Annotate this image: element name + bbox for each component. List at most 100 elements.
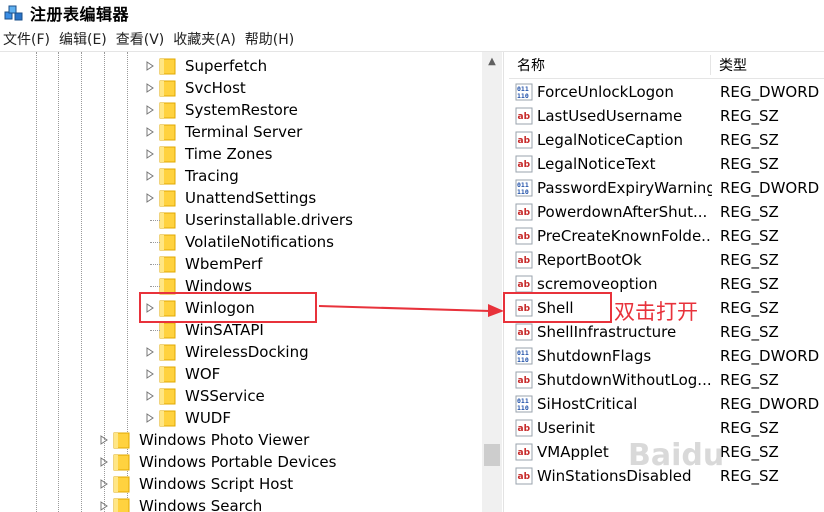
expand-arrow-icon[interactable] bbox=[98, 478, 110, 490]
tree-node[interactable]: WSService bbox=[144, 385, 265, 407]
value-row[interactable]: ab ShutdownWithoutLog... REG_SZ bbox=[509, 368, 824, 392]
registry-editor-icon bbox=[4, 5, 23, 21]
value-type: REG_SZ bbox=[720, 323, 779, 341]
value-row[interactable]: 011 110 ShutdownFlags REG_DWORD bbox=[509, 344, 824, 368]
column-divider[interactable] bbox=[710, 55, 711, 75]
menu-view[interactable]: 查看(V) bbox=[113, 29, 171, 49]
folder-icon bbox=[113, 454, 130, 470]
value-name: PreCreateKnownFolde... bbox=[537, 227, 712, 245]
tree-node[interactable]: Terminal Server bbox=[144, 121, 302, 143]
column-header-type[interactable]: 类型 bbox=[719, 55, 747, 75]
folder-icon bbox=[159, 366, 176, 382]
folder-icon bbox=[159, 58, 176, 74]
expand-arrow-icon[interactable] bbox=[144, 170, 156, 182]
tree-node[interactable]: WOF bbox=[144, 363, 220, 385]
menu-favorites[interactable]: 收藏夹(A) bbox=[170, 29, 242, 49]
expand-arrow-icon[interactable] bbox=[144, 126, 156, 138]
tree-node[interactable]: WirelessDocking bbox=[144, 341, 309, 363]
value-row[interactable]: 011 110 SiHostCritical REG_DWORD bbox=[509, 392, 824, 416]
value-row[interactable]: ab ReportBootOk REG_SZ bbox=[509, 248, 824, 272]
svg-text:110: 110 bbox=[517, 404, 529, 412]
value-type: REG_SZ bbox=[720, 443, 779, 461]
scroll-up-arrow-icon[interactable]: ▲ bbox=[482, 52, 502, 70]
tree-connector bbox=[150, 330, 160, 331]
expand-arrow-icon[interactable] bbox=[144, 346, 156, 358]
value-name: PasswordExpiryWarning bbox=[537, 179, 712, 197]
tree-node[interactable]: Windows Script Host bbox=[98, 473, 293, 495]
value-row[interactable]: 011 110 PasswordExpiryWarning REG_DWORD bbox=[509, 176, 824, 200]
value-name: scremoveoption bbox=[537, 275, 658, 293]
tree-node-label: SystemRestore bbox=[185, 101, 298, 119]
menu-help[interactable]: 帮助(H) bbox=[242, 29, 300, 49]
tree-node[interactable]: SvcHost bbox=[144, 77, 246, 99]
value-name: LastUsedUsername bbox=[537, 107, 683, 125]
tree-node[interactable]: Windows Portable Devices bbox=[98, 451, 336, 473]
string-value-icon: ab bbox=[515, 131, 533, 149]
tree-node-label: Superfetch bbox=[185, 57, 268, 75]
expand-arrow-icon[interactable] bbox=[144, 368, 156, 380]
expand-arrow-icon[interactable] bbox=[144, 192, 156, 204]
expand-arrow-icon[interactable] bbox=[98, 434, 110, 446]
tree-node[interactable]: Superfetch bbox=[144, 55, 267, 77]
watermark: Baidu bbox=[628, 438, 725, 473]
expand-arrow-icon[interactable] bbox=[98, 500, 110, 512]
tree-node[interactable]: WUDF bbox=[144, 407, 231, 429]
value-type: REG_DWORD bbox=[720, 83, 820, 101]
tree-node-label: Userinstallable.drivers bbox=[185, 211, 353, 229]
value-type: REG_DWORD bbox=[720, 179, 820, 197]
folder-icon bbox=[159, 234, 176, 250]
scroll-thumb[interactable] bbox=[484, 444, 500, 466]
expand-arrow-icon[interactable] bbox=[98, 456, 110, 468]
folder-icon bbox=[159, 80, 176, 96]
expand-arrow-icon[interactable] bbox=[144, 148, 156, 160]
tree-node[interactable]: Tracing bbox=[144, 165, 239, 187]
expand-arrow-icon[interactable] bbox=[144, 412, 156, 424]
expand-arrow-icon[interactable] bbox=[144, 390, 156, 402]
value-row[interactable]: 011 110 ForceUnlockLogon REG_DWORD bbox=[509, 80, 824, 104]
value-type: REG_SZ bbox=[720, 467, 779, 485]
value-row[interactable]: ab PowerdownAfterShut... REG_SZ bbox=[509, 200, 824, 224]
tree-node[interactable]: VolatileNotifications bbox=[144, 231, 334, 253]
tree-node-label: UnattendSettings bbox=[185, 189, 317, 207]
value-row[interactable]: ab LegalNoticeText REG_SZ bbox=[509, 152, 824, 176]
tree-node[interactable]: Userinstallable.drivers bbox=[144, 209, 353, 231]
tree-node-label: WinSATAPI bbox=[185, 321, 264, 339]
tree-node[interactable]: WbemPerf bbox=[144, 253, 262, 275]
tree-node[interactable]: Time Zones bbox=[144, 143, 272, 165]
string-value-icon: ab bbox=[515, 323, 533, 341]
column-header-name[interactable]: 名称 bbox=[517, 55, 545, 75]
menu-file[interactable]: 文件(F) bbox=[0, 29, 56, 49]
folder-icon bbox=[159, 388, 176, 404]
value-type: REG_SZ bbox=[720, 419, 779, 437]
expand-arrow-icon[interactable] bbox=[144, 82, 156, 94]
tree-node[interactable]: Windows Photo Viewer bbox=[98, 429, 309, 451]
tree-node-label: Windows Script Host bbox=[139, 475, 294, 493]
menu-edit[interactable]: 编辑(E) bbox=[56, 29, 113, 49]
value-type: REG_SZ bbox=[720, 107, 779, 125]
tree-node[interactable]: Windows Search bbox=[98, 495, 262, 512]
tree-node[interactable]: SystemRestore bbox=[144, 99, 298, 121]
tree-node[interactable]: UnattendSettings bbox=[144, 187, 316, 209]
tree-scrollbar[interactable]: ▲ bbox=[482, 52, 502, 512]
value-row[interactable]: ab Userinit REG_SZ bbox=[509, 416, 824, 440]
value-row[interactable]: ab LastUsedUsername REG_SZ bbox=[509, 104, 824, 128]
string-value-icon: ab bbox=[515, 275, 533, 293]
expand-arrow-icon[interactable] bbox=[144, 104, 156, 116]
folder-icon bbox=[159, 256, 176, 272]
svg-text:ab: ab bbox=[518, 256, 531, 266]
folder-icon bbox=[159, 190, 176, 206]
value-row[interactable]: ab PreCreateKnownFolde... REG_SZ bbox=[509, 224, 824, 248]
tree-guide-line bbox=[36, 52, 37, 512]
value-row[interactable]: ab LegalNoticeCaption REG_SZ bbox=[509, 128, 824, 152]
tree-node-label: VolatileNotifications bbox=[185, 233, 334, 251]
value-type: REG_SZ bbox=[720, 275, 779, 293]
tree-node-label: WUDF bbox=[185, 409, 231, 427]
expand-arrow-icon[interactable] bbox=[144, 60, 156, 72]
svg-text:ab: ab bbox=[518, 448, 531, 458]
string-value-icon: ab bbox=[515, 107, 533, 125]
folder-icon bbox=[159, 146, 176, 162]
tree-node-label: WbemPerf bbox=[185, 255, 263, 273]
string-value-icon: ab bbox=[515, 251, 533, 269]
tree-node-label: Windows Search bbox=[139, 497, 263, 512]
registry-tree[interactable]: Superfetch SvcHost SystemRestore Terminal S… bbox=[0, 52, 481, 512]
